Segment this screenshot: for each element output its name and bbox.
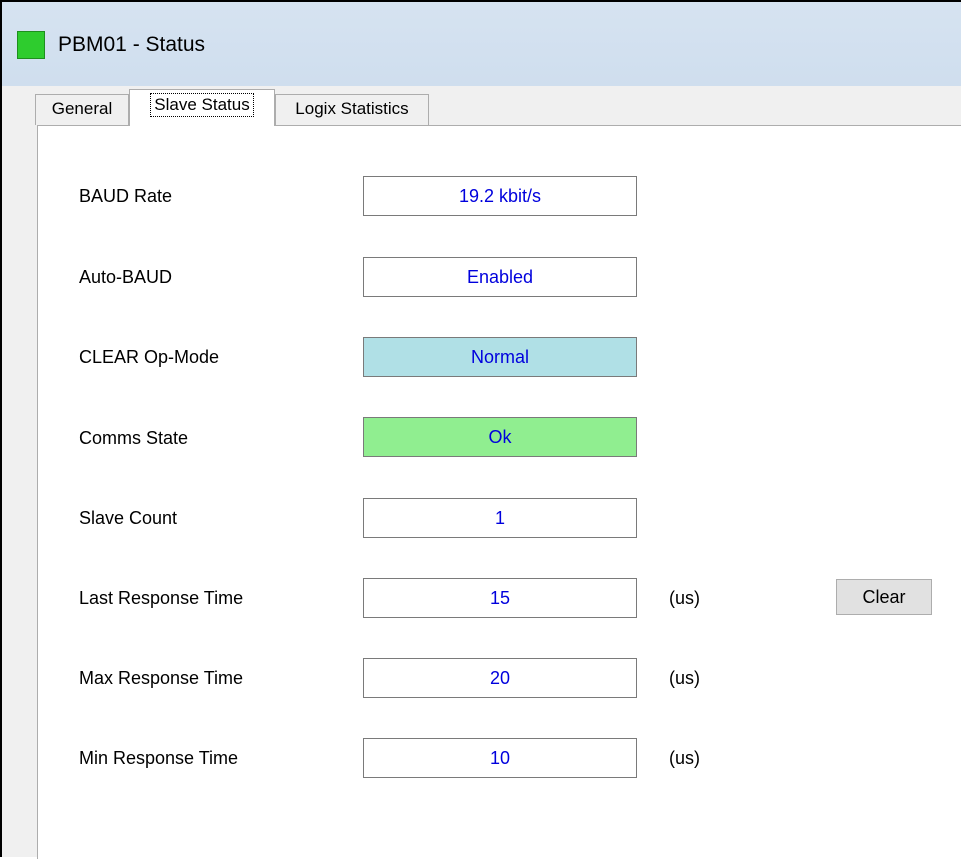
last-response-time-unit: (us) [669,588,700,608]
title-bar[interactable]: PBM01 - Status [2,2,961,86]
window-title: PBM01 - Status [58,33,206,56]
auto-baud-value: Enabled [363,257,637,297]
last-response-time-label: Last Response Time [79,588,244,608]
tab-slave-status-label: Slave Status [150,93,254,117]
min-response-time-value: 10 [363,738,637,778]
max-response-time-value: 20 [363,658,637,698]
baud-rate-value: 19.2 kbit/s [363,176,637,216]
tab-general-label: General [51,99,113,118]
baud-rate-label: BAUD Rate [79,186,173,206]
min-response-time-label: Min Response Time [79,748,239,768]
comms-state-label: Comms State [79,428,189,448]
slave-count-label: Slave Count [79,508,178,528]
slave-count-value: 1 [363,498,637,538]
tab-strip: General Slave Status Logix Statistics [2,86,961,126]
comms-state-value: Ok [363,417,637,457]
last-response-time-value: 15 [363,578,637,618]
status-window: PBM01 - Status General Slave Status Logi… [0,0,961,859]
tab-slave-status[interactable]: Slave Status [129,89,275,126]
max-response-time-unit: (us) [669,668,700,688]
max-response-time-label: Max Response Time [79,668,244,688]
tab-logix-statistics[interactable]: Logix Statistics [275,94,429,125]
min-response-time-unit: (us) [669,748,700,768]
auto-baud-label: Auto-BAUD [79,267,173,287]
clear-op-mode-value: Normal [363,337,637,377]
clear-op-mode-label: CLEAR Op-Mode [79,347,220,367]
tab-logix-statistics-label: Logix Statistics [295,99,409,118]
tab-general[interactable]: General [35,94,129,125]
status-indicator-icon [17,31,45,59]
clear-button[interactable]: Clear [836,579,932,615]
